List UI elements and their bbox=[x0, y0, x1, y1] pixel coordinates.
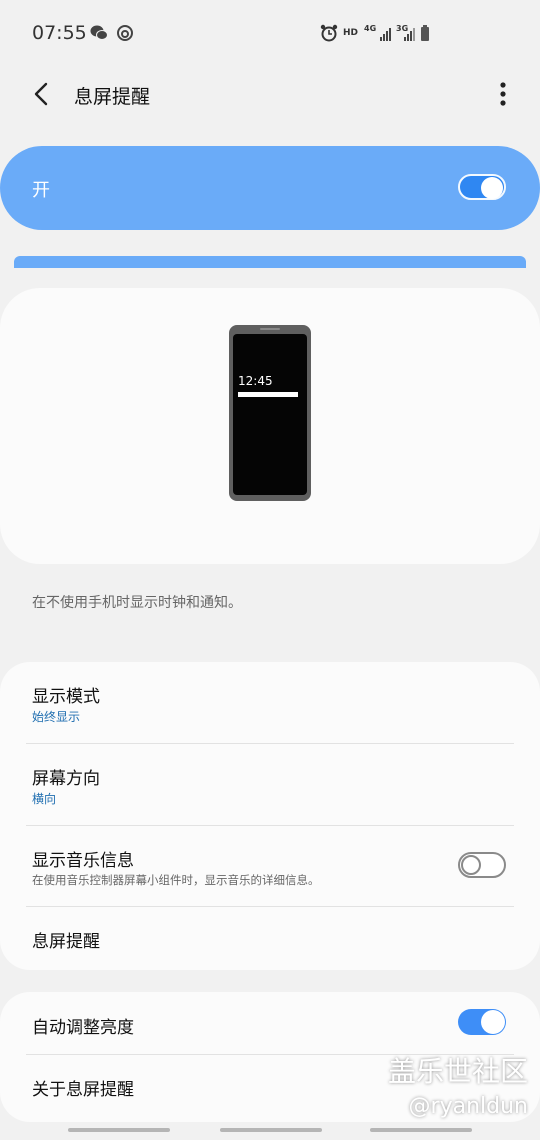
aod-notification-title: 息屏提醒 bbox=[32, 932, 100, 952]
phone-preview[interactable]: 12:45 bbox=[229, 325, 311, 501]
4g-signal-icon bbox=[380, 28, 391, 41]
more-vertical-icon[interactable] bbox=[498, 80, 508, 108]
toggle-knob bbox=[481, 1010, 505, 1034]
music-info-row[interactable]: 显示音乐信息 在使用音乐控制器屏幕小组件时，显示音乐的详细信息。 bbox=[0, 826, 540, 908]
app-header: 息屏提醒 bbox=[0, 68, 540, 120]
3g-signal-icon bbox=[404, 28, 415, 41]
nav-recents[interactable] bbox=[68, 1128, 170, 1132]
display-mode-value: 始终显示 bbox=[32, 710, 81, 724]
toggle-knob bbox=[461, 855, 481, 875]
phone-speaker bbox=[260, 328, 280, 330]
status-bar: 07:55 HD 4G 3G bbox=[0, 0, 540, 68]
watermark-user: @ryanldun bbox=[408, 1094, 528, 1119]
music-info-description: 在使用音乐控制器屏幕小组件时，显示音乐的详细信息。 bbox=[32, 873, 320, 887]
display-mode-title: 显示模式 bbox=[32, 687, 100, 707]
phone-screen: 12:45 bbox=[233, 334, 307, 495]
display-mode-row[interactable]: 显示模式 始终显示 bbox=[0, 662, 540, 744]
preview-clock: 12:45 bbox=[238, 374, 273, 388]
feature-description: 在不使用手机时显示时钟和通知。 bbox=[32, 595, 242, 611]
preview-date-bar bbox=[238, 392, 298, 397]
page-title: 息屏提醒 bbox=[74, 86, 151, 108]
settings-card: 显示模式 始终显示 屏幕方向 横向 显示音乐信息 在使用音乐控制器屏幕小组件时，… bbox=[0, 662, 540, 970]
hd-icon: HD bbox=[343, 28, 359, 38]
music-info-toggle[interactable] bbox=[458, 852, 506, 878]
status-time: 07:55 bbox=[32, 22, 87, 44]
screen-orientation-title: 屏幕方向 bbox=[32, 769, 100, 789]
aod-notification-row[interactable]: 息屏提醒 bbox=[0, 907, 540, 970]
about-aod-title: 关于息屏提醒 bbox=[32, 1080, 134, 1100]
watermark-community: 盖乐世社区 bbox=[387, 1055, 528, 1088]
auto-brightness-toggle[interactable] bbox=[458, 1009, 506, 1035]
nav-home[interactable] bbox=[220, 1128, 322, 1132]
auto-brightness-row[interactable]: 自动调整亮度 bbox=[0, 992, 540, 1054]
battery-icon bbox=[421, 25, 429, 41]
screen-orientation-value: 横向 bbox=[32, 792, 57, 806]
master-toggle[interactable] bbox=[458, 174, 506, 200]
wechat-icon bbox=[90, 25, 108, 40]
back-arrow-icon[interactable] bbox=[30, 80, 54, 108]
accent-strip bbox=[14, 256, 526, 268]
4g-label: 4G bbox=[364, 24, 377, 33]
screen-orientation-row[interactable]: 屏幕方向 横向 bbox=[0, 744, 540, 826]
netease-music-icon bbox=[117, 25, 133, 41]
alarm-icon bbox=[320, 24, 338, 42]
master-switch-bar[interactable]: 开 bbox=[0, 146, 540, 230]
toggle-knob bbox=[481, 177, 503, 199]
master-switch-label: 开 bbox=[32, 180, 50, 201]
nav-back[interactable] bbox=[370, 1128, 472, 1132]
music-info-title: 显示音乐信息 bbox=[32, 851, 134, 871]
auto-brightness-title: 自动调整亮度 bbox=[32, 1018, 134, 1038]
